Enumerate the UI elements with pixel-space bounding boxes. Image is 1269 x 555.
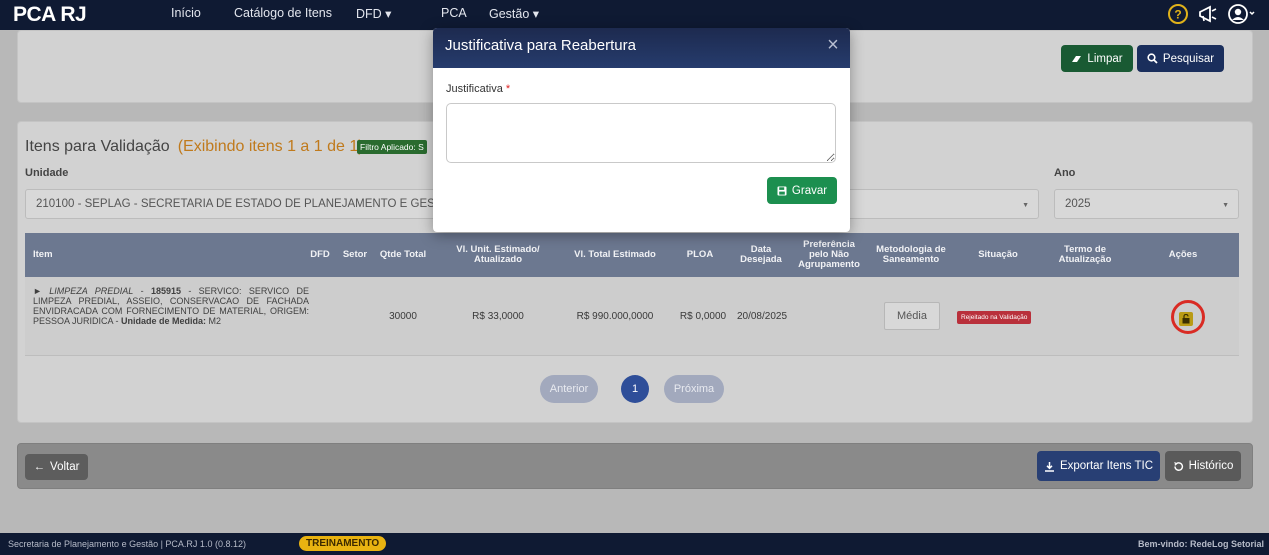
- footer-welcome: Bem-vindo: RedeLog Setorial: [1137, 539, 1264, 549]
- th-setor[interactable]: Setor: [337, 233, 373, 277]
- cell-vl-total: R$ 990.000,0000: [576, 311, 654, 322]
- nav-dfd[interactable]: DFD ▾: [356, 6, 391, 21]
- pagination-next[interactable]: Próxima: [664, 375, 724, 403]
- exportar-itens-tic-button[interactable]: Exportar Itens TIC: [1037, 451, 1160, 481]
- ano-label: Ano: [1054, 167, 1076, 179]
- limpar-label: Limpar: [1087, 52, 1123, 65]
- table-header: Item DFD Setor Qtde Total Vl. Unit. Esti…: [25, 233, 1239, 277]
- cell-ploa: R$ 0,0000: [679, 311, 727, 322]
- th-item[interactable]: Item: [33, 233, 93, 277]
- exportar-label: Exportar Itens TIC: [1059, 460, 1154, 472]
- ano-value: 2025: [1065, 198, 1091, 210]
- items-title: Itens para Validação (Exibindo itens 1 a …: [25, 138, 364, 156]
- chevron-down-icon: ▼: [1222, 202, 1229, 209]
- svg-text:?: ?: [1174, 8, 1181, 22]
- justificativa-textarea[interactable]: [446, 103, 836, 163]
- announcement-icon[interactable]: [1197, 3, 1219, 25]
- item-code: 185915: [150, 286, 181, 296]
- save-icon: [777, 186, 787, 195]
- nav-gestao[interactable]: Gestão ▾: [489, 6, 539, 21]
- th-vl-unit[interactable]: Vl. Unit. Estimado/ Atualizado: [443, 233, 553, 277]
- eraser-icon: [1072, 55, 1082, 62]
- voltar-button[interactable]: ← Voltar: [25, 454, 88, 480]
- items-title-text: Itens para Validação: [25, 138, 170, 155]
- environment-badge: TREINAMENTO: [299, 536, 387, 551]
- item-category: ► LIMPEZA PREDIAL: [33, 286, 134, 296]
- unidade-label: Unidade: [25, 167, 69, 179]
- th-preferencia[interactable]: Preferência pelo Não Agrupamento: [793, 233, 865, 277]
- justificativa-modal: Justificativa para Reabertura × Justific…: [433, 28, 850, 232]
- item-unit-value: M2: [206, 316, 222, 327]
- download-icon: [1044, 461, 1054, 472]
- th-qtde-total[interactable]: Qtde Total: [373, 233, 433, 277]
- item-unit-label: Unidade de Medida:: [121, 316, 207, 327]
- historico-label: Histórico: [1188, 460, 1234, 472]
- cell-vl-unit: R$ 33,0000: [472, 311, 524, 322]
- justificativa-label: Justificativa *: [446, 83, 510, 95]
- nav-catalogo-itens[interactable]: Catálogo de Itens: [234, 6, 332, 20]
- cell-qtde-total: 30000: [389, 311, 417, 322]
- item-description[interactable]: ► LIMPEZA PREDIAL - 185915 - SERVICO: SE…: [33, 286, 309, 326]
- status-badge: Rejeitado na Validação: [957, 311, 1032, 324]
- chevron-down-icon: ▼: [1022, 202, 1029, 209]
- pagination-page-1[interactable]: 1: [621, 375, 649, 403]
- nav-inicio[interactable]: Início: [171, 6, 201, 20]
- voltar-label: Voltar: [50, 461, 80, 473]
- limpar-button[interactable]: Limpar: [1061, 45, 1133, 72]
- history-icon: [1173, 461, 1183, 471]
- navbar-icons: ?: [1167, 3, 1257, 25]
- gravar-button[interactable]: Gravar: [767, 177, 837, 204]
- arrow-left-icon: ←: [33, 461, 46, 473]
- filter-applied-badge: Filtro Aplicado: S: [357, 140, 427, 154]
- close-icon[interactable]: ×: [824, 35, 842, 55]
- th-ploa[interactable]: PLOA: [675, 233, 725, 277]
- justificativa-label-text: Justificativa: [446, 83, 503, 95]
- help-icon[interactable]: ?: [1167, 3, 1189, 25]
- cell-data-desejada: 20/08/2025: [736, 311, 788, 322]
- required-mark: *: [505, 83, 511, 95]
- metodologia-field[interactable]: Média: [884, 302, 940, 330]
- historico-button[interactable]: Histórico: [1165, 451, 1241, 481]
- th-situacao[interactable]: Situação: [958, 233, 1038, 277]
- top-navbar: PCA RJ Início Catálogo de Itens DFD ▾ PC…: [0, 0, 1269, 30]
- table-row: ► LIMPEZA PREDIAL - 185915 - SERVICO: SE…: [25, 277, 1239, 356]
- pesquisar-label: Pesquisar: [1162, 52, 1215, 65]
- nav-pca[interactable]: PCA: [441, 6, 467, 20]
- th-termo[interactable]: Termo de Atualização: [1050, 233, 1120, 277]
- th-metodologia[interactable]: Metodologia de Saneamento: [871, 233, 951, 277]
- pagination-previous[interactable]: Anterior: [540, 375, 598, 403]
- items-count: (Exibindo itens 1 a 1 de 1): [177, 138, 364, 155]
- pesquisar-button[interactable]: Pesquisar: [1137, 45, 1224, 72]
- brand-logo[interactable]: PCA RJ: [13, 3, 87, 27]
- th-acoes: Ações: [1168, 249, 1198, 261]
- th-dfd[interactable]: DFD: [308, 233, 332, 277]
- modal-header: Justificativa para Reabertura: [433, 28, 850, 68]
- highlight-circle: [1171, 300, 1205, 334]
- gravar-label: Gravar: [791, 184, 828, 197]
- th-data-desejada[interactable]: Data Desejada: [733, 233, 789, 277]
- footer-version: Secretaria de Planejamento e Gestão | PC…: [8, 539, 246, 549]
- unidade-value: 210100 - SEPLAG - SECRETARIA DE ESTADO D…: [36, 198, 459, 210]
- th-vl-total[interactable]: Vl. Total Estimado: [560, 233, 670, 277]
- user-account-icon[interactable]: [1227, 3, 1257, 25]
- search-icon: [1147, 53, 1158, 64]
- ano-select[interactable]: 2025 ▼: [1054, 189, 1239, 219]
- modal-title: Justificativa para Reabertura: [445, 37, 636, 54]
- footer: Secretaria de Planejamento e Gestão | PC…: [0, 533, 1269, 555]
